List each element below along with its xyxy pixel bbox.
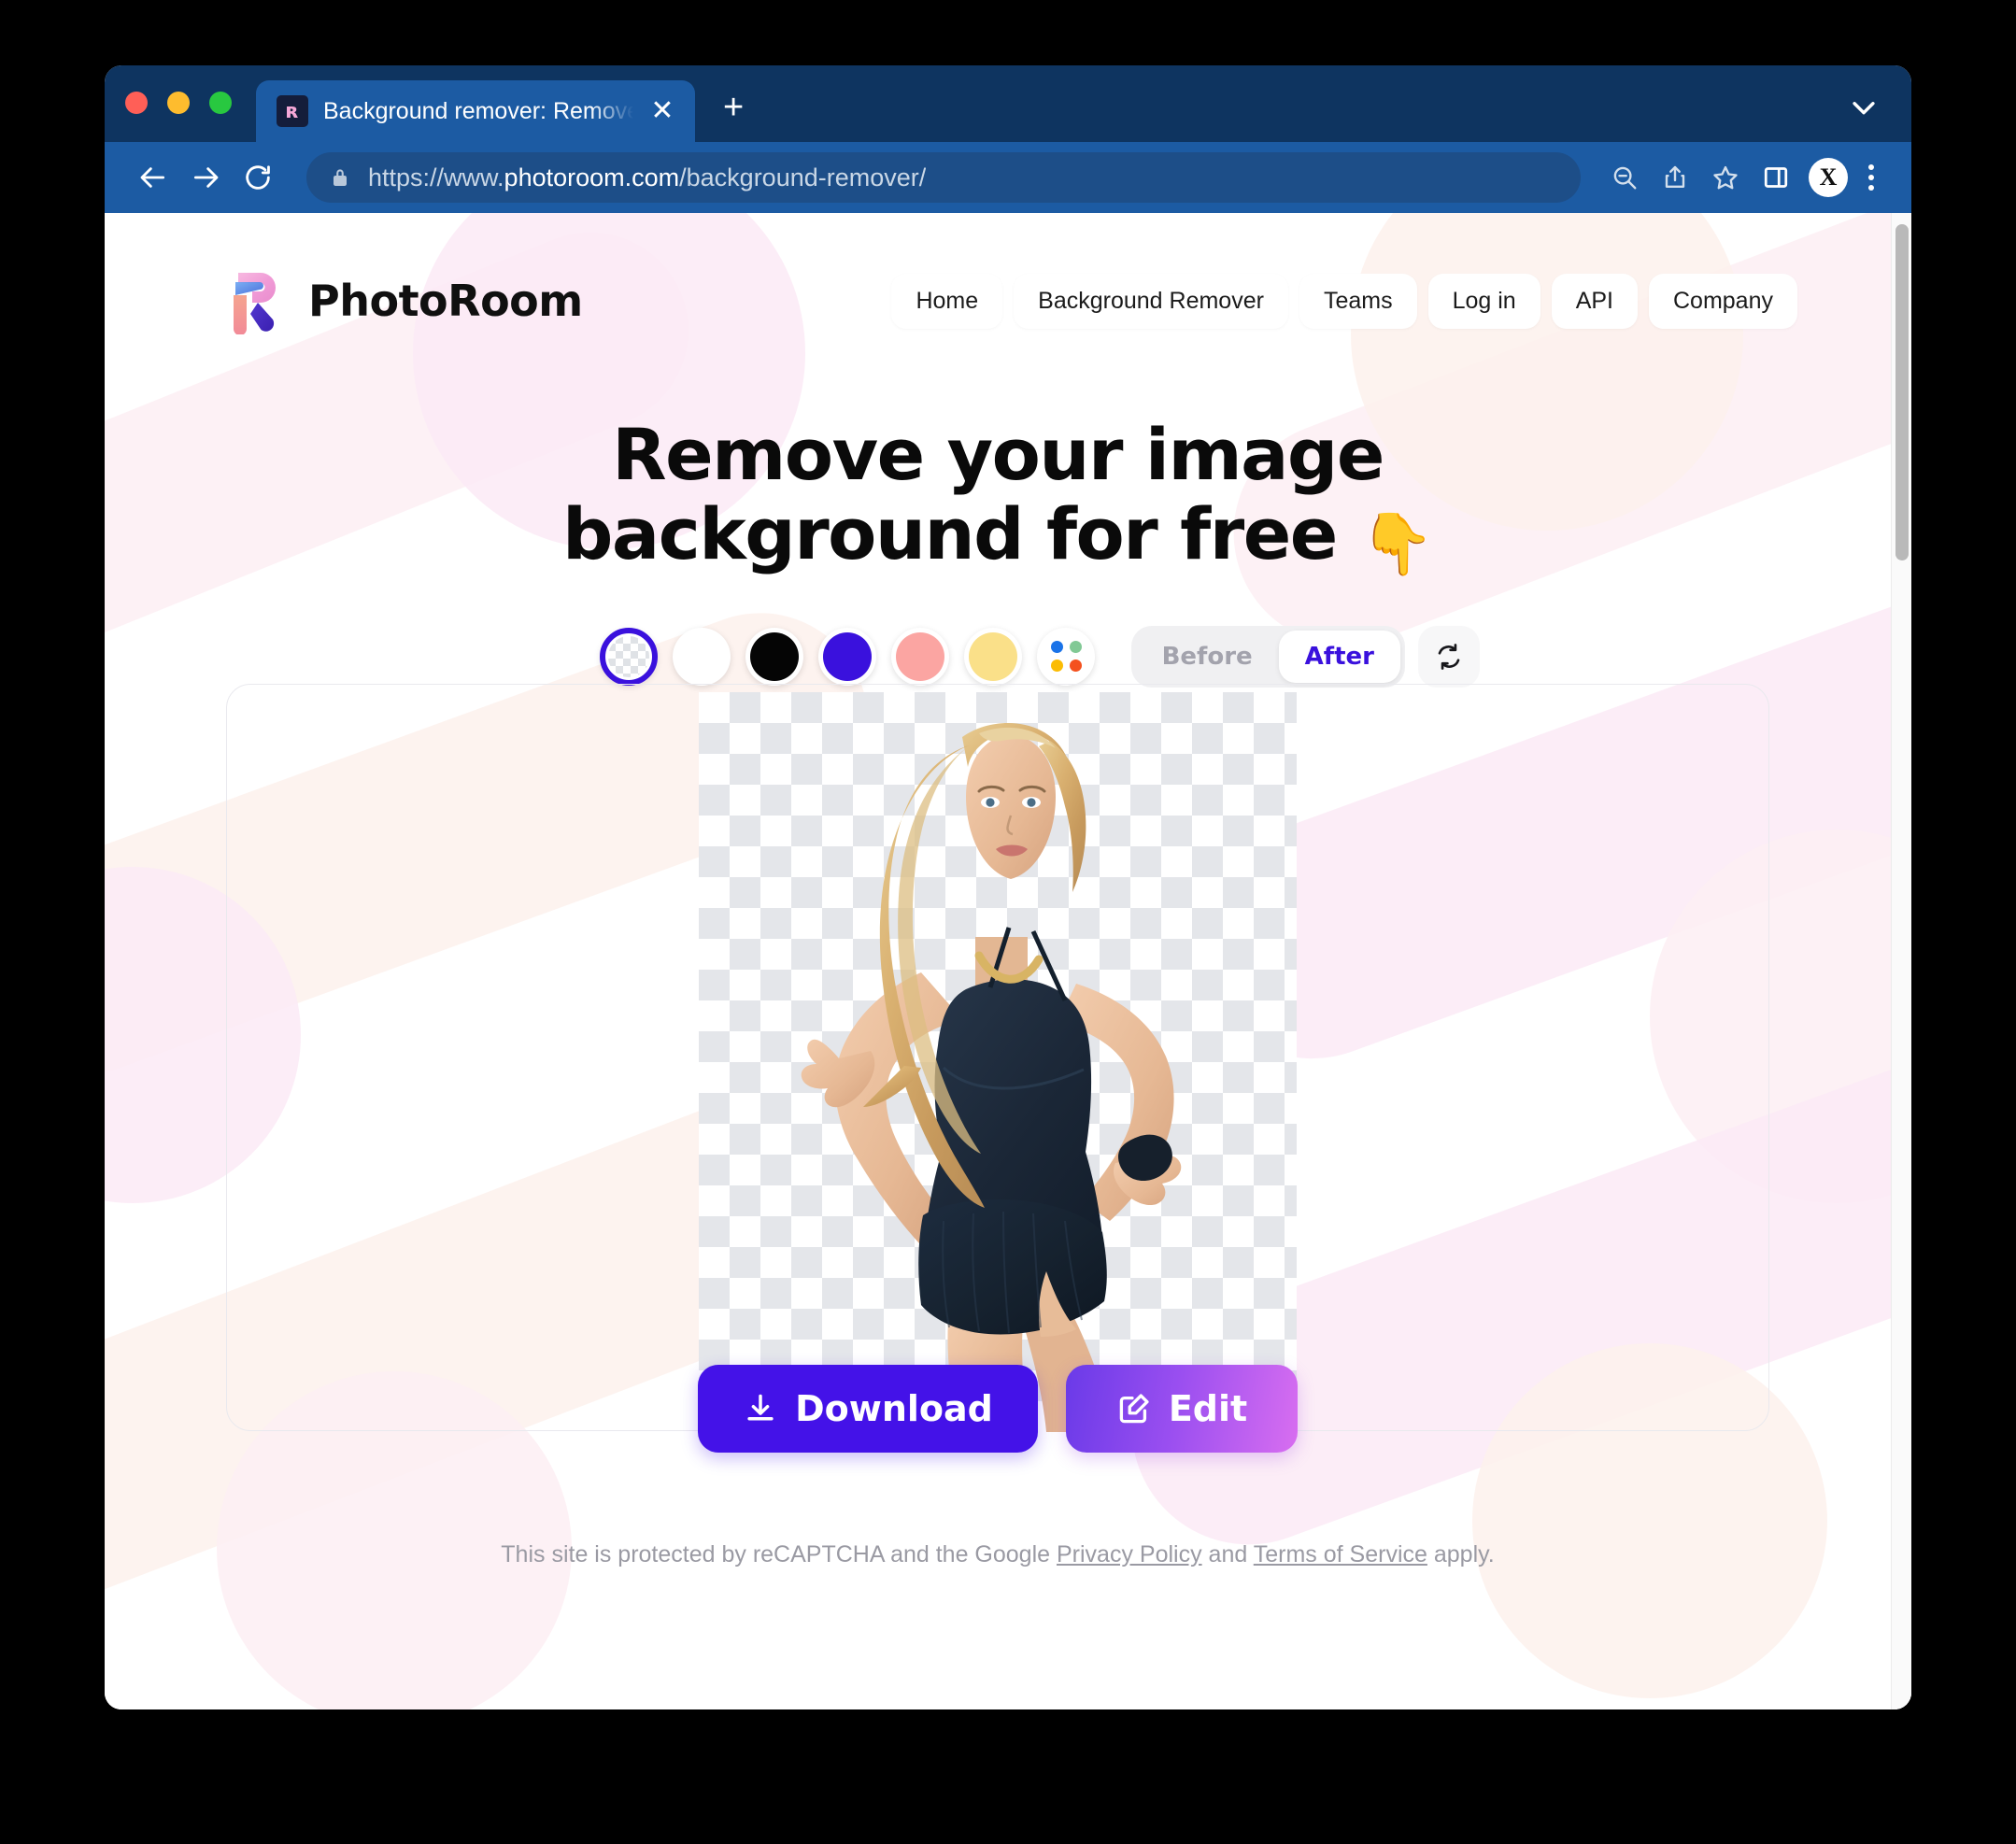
nav-item-teams[interactable]: Teams <box>1299 273 1417 329</box>
back-arrow-icon[interactable] <box>127 151 179 204</box>
edit-pencil-icon <box>1119 1394 1149 1424</box>
palette-dots-icon <box>1050 641 1082 673</box>
bookmark-star-icon[interactable] <box>1700 152 1751 203</box>
maximize-window-button[interactable] <box>209 92 232 114</box>
reload-icon[interactable] <box>232 151 284 204</box>
image-editor-card: Download Edit <box>226 683 1769 1453</box>
legal-suffix: apply. <box>1427 1540 1495 1567</box>
swatch-yellow[interactable] <box>964 627 1022 686</box>
hero-line-1: Remove your image <box>612 413 1384 496</box>
browser-tab[interactable]: ʀ Background remover: Remove ✕ <box>256 80 695 142</box>
page-scrollbar[interactable] <box>1891 213 1911 1709</box>
subject-photo <box>801 722 1182 1432</box>
window-traffic-lights <box>125 65 256 142</box>
legal-prefix: This site is protected by reCAPTCHA and … <box>501 1540 1057 1567</box>
share-icon[interactable] <box>1650 152 1700 203</box>
scrollbar-thumb[interactable] <box>1895 224 1909 560</box>
swatch-pink[interactable] <box>891 627 949 686</box>
swatch-black[interactable] <box>745 627 803 686</box>
zoom-out-icon[interactable] <box>1599 152 1650 203</box>
page-content: PhotoRoom Home Background Remover Teams … <box>105 213 1891 1709</box>
brand-name: PhotoRoom <box>308 276 583 326</box>
browser-tab-title: Background remover: Remove <box>323 97 633 124</box>
photoroom-logo-icon <box>234 273 276 334</box>
page-title: Remove your image background for free 👇 <box>105 415 1891 579</box>
legal-middle: and <box>1201 1540 1254 1567</box>
three-dot-menu-icon[interactable] <box>1855 155 1887 200</box>
forward-arrow-icon[interactable] <box>179 151 232 204</box>
brand-logo-link[interactable]: PhotoRoom <box>226 267 583 334</box>
hero-line-2: background for free <box>562 492 1338 576</box>
swatch-white[interactable] <box>673 627 731 686</box>
nav-item-company[interactable]: Company <box>1649 273 1797 329</box>
editor-action-buttons: Download Edit <box>698 1364 1298 1453</box>
download-button-label: Download <box>795 1387 993 1429</box>
page-viewport: PhotoRoom Home Background Remover Teams … <box>105 213 1911 1709</box>
edit-button-label: Edit <box>1168 1387 1248 1429</box>
browser-tab-strip: ʀ Background remover: Remove ✕ + <box>105 65 1911 142</box>
recaptcha-legal-text: This site is protected by reCAPTCHA and … <box>105 1541 1891 1568</box>
close-tab-icon[interactable]: ✕ <box>648 97 676 125</box>
download-icon <box>747 1394 774 1421</box>
chevron-down-icon[interactable] <box>1848 92 1880 123</box>
close-window-button[interactable] <box>125 92 148 114</box>
tab-after[interactable]: After <box>1278 630 1400 683</box>
tab-before[interactable]: Before <box>1136 631 1279 683</box>
nav-item-log-in[interactable]: Log in <box>1427 273 1540 329</box>
swatch-palette-more[interactable] <box>1037 627 1095 686</box>
swap-refresh-icon[interactable] <box>1418 625 1480 688</box>
terms-of-service-link[interactable]: Terms of Service <box>1254 1541 1427 1567</box>
edit-button[interactable]: Edit <box>1066 1364 1298 1453</box>
nav-item-home[interactable]: Home <box>891 273 1003 329</box>
nav-item-background-remover[interactable]: Background Remover <box>1014 273 1288 329</box>
browser-toolbar: https://www.photoroom.com/background-rem… <box>105 142 1911 213</box>
transparent-canvas[interactable] <box>699 691 1297 1432</box>
swatch-transparent[interactable] <box>600 627 658 686</box>
download-button[interactable]: Download <box>698 1364 1038 1453</box>
before-after-toggle: Before After <box>1130 625 1405 688</box>
side-panel-icon[interactable] <box>1751 152 1801 203</box>
profile-avatar[interactable]: X <box>1809 158 1848 197</box>
minimize-window-button[interactable] <box>167 92 190 114</box>
photoroom-favicon-icon: ʀ <box>277 95 308 127</box>
main-navigation: Home Background Remover Teams Log in API… <box>891 273 1797 329</box>
background-color-swatches <box>600 627 1095 686</box>
swatch-purple[interactable] <box>818 627 876 686</box>
nav-item-api[interactable]: API <box>1551 273 1638 329</box>
pointing-down-emoji-icon: 👇 <box>1359 510 1435 580</box>
url-text: https://www.photoroom.com/background-rem… <box>368 163 927 191</box>
site-header: PhotoRoom Home Background Remover Teams … <box>105 213 1891 334</box>
lock-icon <box>334 169 347 186</box>
browser-window: ʀ Background remover: Remove ✕ + https:/… <box>105 65 1911 1709</box>
privacy-policy-link[interactable]: Privacy Policy <box>1057 1541 1202 1567</box>
editor-controls: Before After <box>226 620 1769 693</box>
address-bar[interactable]: https://www.photoroom.com/background-rem… <box>306 152 1581 203</box>
editor-section: Before After Download Edit <box>105 620 1891 1453</box>
before-after-group: Before After <box>1130 625 1480 688</box>
new-tab-button[interactable]: + <box>723 90 744 125</box>
